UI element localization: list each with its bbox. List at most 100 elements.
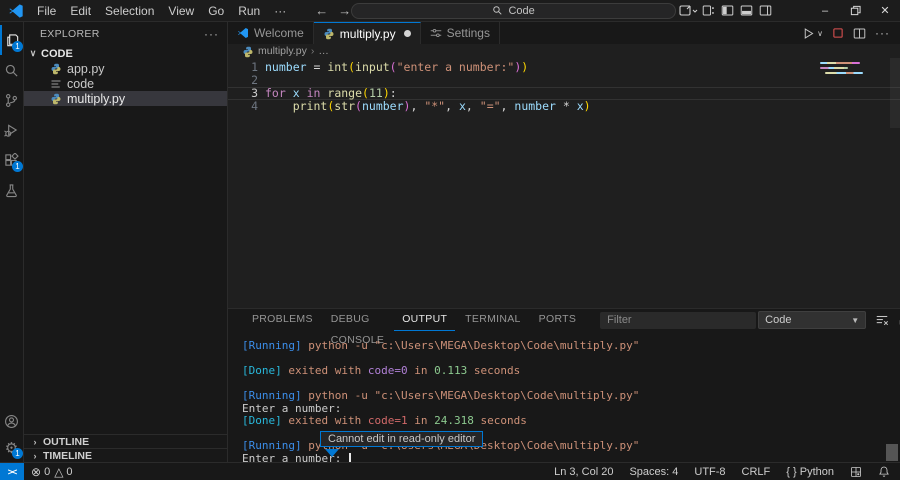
activitybar-extensions[interactable]: 1 — [0, 145, 23, 175]
code-text — [258, 74, 265, 87]
stop-code-run-button[interactable] — [832, 27, 844, 39]
folder-name: CODE — [41, 48, 73, 60]
explorer-sidebar: EXPLORER ··· ∨ CODE app.pycodemultiply.p… — [24, 22, 228, 462]
activitybar-source-control[interactable] — [0, 85, 23, 115]
activity-bar: 1 1 — [0, 22, 24, 462]
line-number: 3 — [228, 88, 258, 99]
line-number: 4 — [228, 100, 258, 113]
file-name: multiply.py — [67, 92, 125, 106]
output-channel-value: Code — [765, 314, 791, 326]
output-filter-input[interactable] — [600, 312, 756, 329]
activitybar-account[interactable] — [0, 408, 23, 435]
panel-tab-debug-console[interactable]: DEBUG CONSOLE — [323, 309, 392, 331]
tab-multiply-py[interactable]: multiply.py — [314, 22, 421, 44]
status-ln-3-col-20[interactable]: Ln 3, Col 20 — [554, 466, 613, 478]
remote-indicator[interactable]: >< — [0, 463, 24, 480]
chevron-right-icon: › — [30, 437, 40, 447]
split-editor-button[interactable] — [853, 27, 866, 40]
timeline-section[interactable]: › TIMELINE — [24, 448, 227, 462]
file-item-app-py[interactable]: app.py — [24, 61, 227, 76]
code-line-1: 1number = int(input("enter a number:")) — [228, 61, 900, 74]
activitybar-search[interactable] — [0, 55, 23, 85]
menu-item[interactable]: ··· — [267, 1, 293, 21]
tab-label: Settings — [447, 26, 490, 40]
activitybar-run-debug[interactable] — [0, 115, 23, 145]
nav-forward-icon[interactable]: → — [338, 3, 351, 18]
customize-layout-icon[interactable] — [702, 4, 715, 17]
minimize-button[interactable]: – — [810, 0, 840, 22]
warnings-status[interactable]: △ 0 — [54, 466, 72, 478]
breadcrumb-rest[interactable]: … — [318, 45, 329, 57]
panel-tab-ports[interactable]: PORTS — [531, 309, 584, 331]
status-python[interactable]: { } Python — [786, 466, 834, 478]
new-window-dropdown-icon[interactable] — [676, 1, 702, 21]
tooltip-arrow — [325, 449, 339, 457]
notifications-bell-icon[interactable] — [878, 465, 890, 478]
breadcrumb[interactable]: multiply.py › … — [228, 44, 900, 58]
errors-status[interactable]: ⊗ 0 — [31, 466, 50, 478]
panel-tab-problems[interactable]: PROBLEMS — [244, 309, 321, 331]
file-name: code — [67, 77, 94, 91]
panel-tab-output[interactable]: OUTPUT — [394, 309, 455, 331]
activitybar-explorer[interactable]: 1 — [0, 25, 23, 55]
file-item-code[interactable]: code — [24, 76, 227, 91]
toggle-panel-icon[interactable] — [740, 4, 753, 17]
vscode-icon — [237, 27, 249, 39]
chevron-right-icon: › — [30, 451, 40, 461]
tab-label: multiply.py — [340, 27, 396, 41]
unsaved-dot-icon[interactable] — [404, 30, 411, 37]
panel-scrollbar[interactable] — [886, 444, 898, 461]
chevron-down-icon: ∨ — [28, 48, 38, 59]
restore-button[interactable] — [840, 0, 870, 22]
activitybar-settings[interactable]: ⚙ 1 — [0, 435, 23, 462]
editor-scrollbar[interactable] — [890, 58, 900, 128]
run-debug-icon — [4, 123, 19, 138]
outline-section[interactable]: › OUTLINE — [24, 434, 227, 448]
output-channel-select[interactable]: Code ▼ — [758, 311, 866, 329]
settings-badge: 1 — [12, 448, 23, 459]
run-python-file-button[interactable]: ∨ — [802, 27, 823, 40]
breadcrumb-file[interactable]: multiply.py — [258, 45, 307, 57]
file-item-multiply-py[interactable]: multiply.py — [24, 91, 227, 106]
status-crlf[interactable]: CRLF — [742, 466, 771, 478]
bottom-panel: PROBLEMSDEBUG CONSOLEOUTPUTTERMINALPORTS… — [228, 308, 900, 462]
close-window-button[interactable]: ✕ — [870, 0, 900, 22]
status-spaces-4[interactable]: Spaces: 4 — [629, 466, 678, 478]
minimap[interactable] — [820, 62, 864, 77]
error-icon: ⊗ — [31, 466, 41, 478]
menu-view[interactable]: View — [161, 1, 201, 21]
tab-welcome[interactable]: Welcome — [228, 22, 314, 44]
nav-back-icon[interactable]: ← — [315, 3, 328, 18]
toggle-secondary-sidebar-icon[interactable] — [759, 4, 772, 17]
code-editor[interactable]: 1number = int(input("enter a number:"))2… — [228, 58, 900, 308]
menu-edit[interactable]: Edit — [63, 1, 98, 21]
explorer-more-actions-icon[interactable]: ··· — [204, 27, 219, 41]
editor-more-actions-icon[interactable]: ··· — [875, 26, 890, 40]
status-utf-8[interactable]: UTF-8 — [694, 466, 725, 478]
file-name: app.py — [67, 62, 105, 76]
command-center[interactable]: Code — [351, 3, 676, 19]
run-dropdown-chevron-icon[interactable]: ∨ — [817, 29, 823, 38]
search-icon — [4, 63, 19, 78]
remote-icon: >< — [8, 467, 17, 477]
grid-status-icon[interactable] — [850, 466, 862, 478]
menu-file[interactable]: File — [30, 1, 63, 21]
tab-settings[interactable]: Settings — [421, 22, 500, 44]
python-icon — [50, 93, 62, 105]
sidebar-title: EXPLORER — [40, 28, 100, 40]
menu-selection[interactable]: Selection — [98, 1, 161, 21]
clear-output-icon[interactable] — [875, 313, 889, 327]
output-console[interactable]: [Running] python -u "c:\Users\MEGA\Deskt… — [228, 331, 900, 462]
folder-section-code[interactable]: ∨ CODE — [24, 46, 227, 61]
toggle-primary-sidebar-icon[interactable] — [721, 4, 734, 17]
beaker-icon — [4, 183, 19, 198]
text-cursor — [349, 453, 351, 462]
warning-icon: △ — [54, 466, 63, 478]
title-bar: FileEditSelectionViewGoRun··· ← → Code — [0, 0, 900, 22]
activitybar-testing[interactable] — [0, 175, 23, 205]
output-line-7: [Done] exited with code=1 in 24.318 seco… — [242, 415, 900, 428]
menu-run[interactable]: Run — [231, 1, 267, 21]
panel-tab-terminal[interactable]: TERMINAL — [457, 309, 529, 331]
menu-go[interactable]: Go — [201, 1, 231, 21]
code-text: print(str(number), "*", x, "=", number *… — [258, 100, 591, 113]
